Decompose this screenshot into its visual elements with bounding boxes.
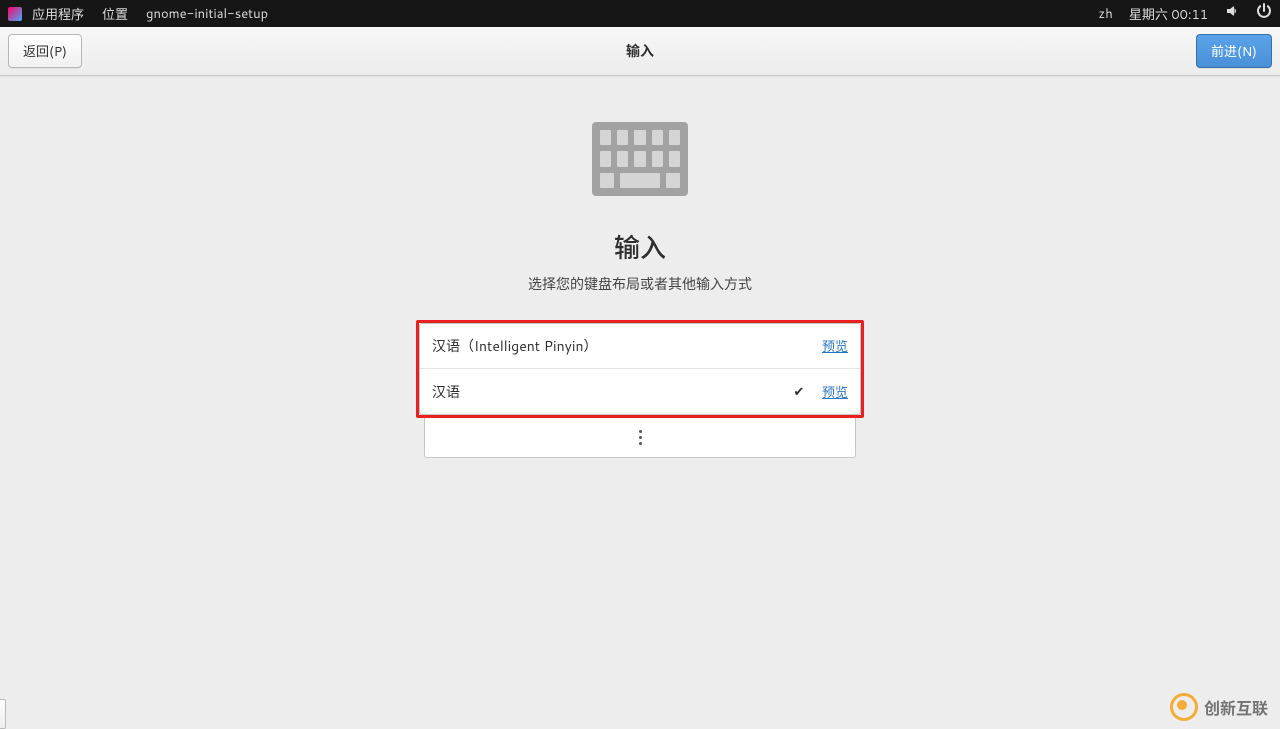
watermark-text: 创新互联 <box>1204 695 1268 720</box>
window-list-stub[interactable] <box>0 699 6 729</box>
input-source-row[interactable]: 汉语（Intelligent Pinyin） 预览 <box>420 324 860 369</box>
power-icon[interactable] <box>1256 3 1272 24</box>
preview-link[interactable]: 预览 <box>822 336 848 356</box>
clock-label[interactable]: 星期六 00:11 <box>1129 4 1208 24</box>
check-icon: ✔ <box>790 383 808 401</box>
places-menu[interactable]: 位置 <box>102 4 128 24</box>
more-icon <box>639 430 642 445</box>
input-source-label: 汉语 <box>432 382 790 402</box>
input-source-row[interactable]: 汉语 ✔ 预览 <box>420 369 860 414</box>
header-bar: 返回(P) 输入 前进(N) <box>0 27 1280 76</box>
next-button[interactable]: 前进(N) <box>1196 34 1272 68</box>
input-page: 输入 选择您的键盘布局或者其他输入方式 汉语（Intelligent Pinyi… <box>0 76 1280 458</box>
top-panel: 应用程序 位置 gnome-initial-setup zh 星期六 00:11 <box>0 0 1280 27</box>
input-source-label: 汉语（Intelligent Pinyin） <box>432 336 790 356</box>
preview-link[interactable]: 预览 <box>822 382 848 402</box>
highlight-annotation: 汉语（Intelligent Pinyin） 预览 汉语 ✔ 预览 <box>416 320 864 418</box>
activities-icon <box>8 7 22 21</box>
input-source-list: 汉语（Intelligent Pinyin） 预览 汉语 ✔ 预览 <box>419 323 861 415</box>
back-button[interactable]: 返回(P) <box>8 34 82 68</box>
input-source-indicator[interactable]: zh <box>1098 5 1112 23</box>
active-app-label[interactable]: gnome-initial-setup <box>146 5 268 23</box>
show-more-button[interactable] <box>424 418 856 458</box>
volume-icon[interactable] <box>1224 3 1240 24</box>
applications-menu[interactable]: 应用程序 <box>8 4 84 24</box>
keyboard-icon <box>592 122 688 196</box>
watermark: 创新互联 <box>1170 693 1268 721</box>
applications-label: 应用程序 <box>32 4 84 24</box>
page-subtitle: 选择您的键盘布局或者其他输入方式 <box>528 274 752 294</box>
watermark-logo-icon <box>1170 693 1198 721</box>
headerbar-title: 输入 <box>626 41 654 61</box>
page-heading: 输入 <box>614 228 666 266</box>
